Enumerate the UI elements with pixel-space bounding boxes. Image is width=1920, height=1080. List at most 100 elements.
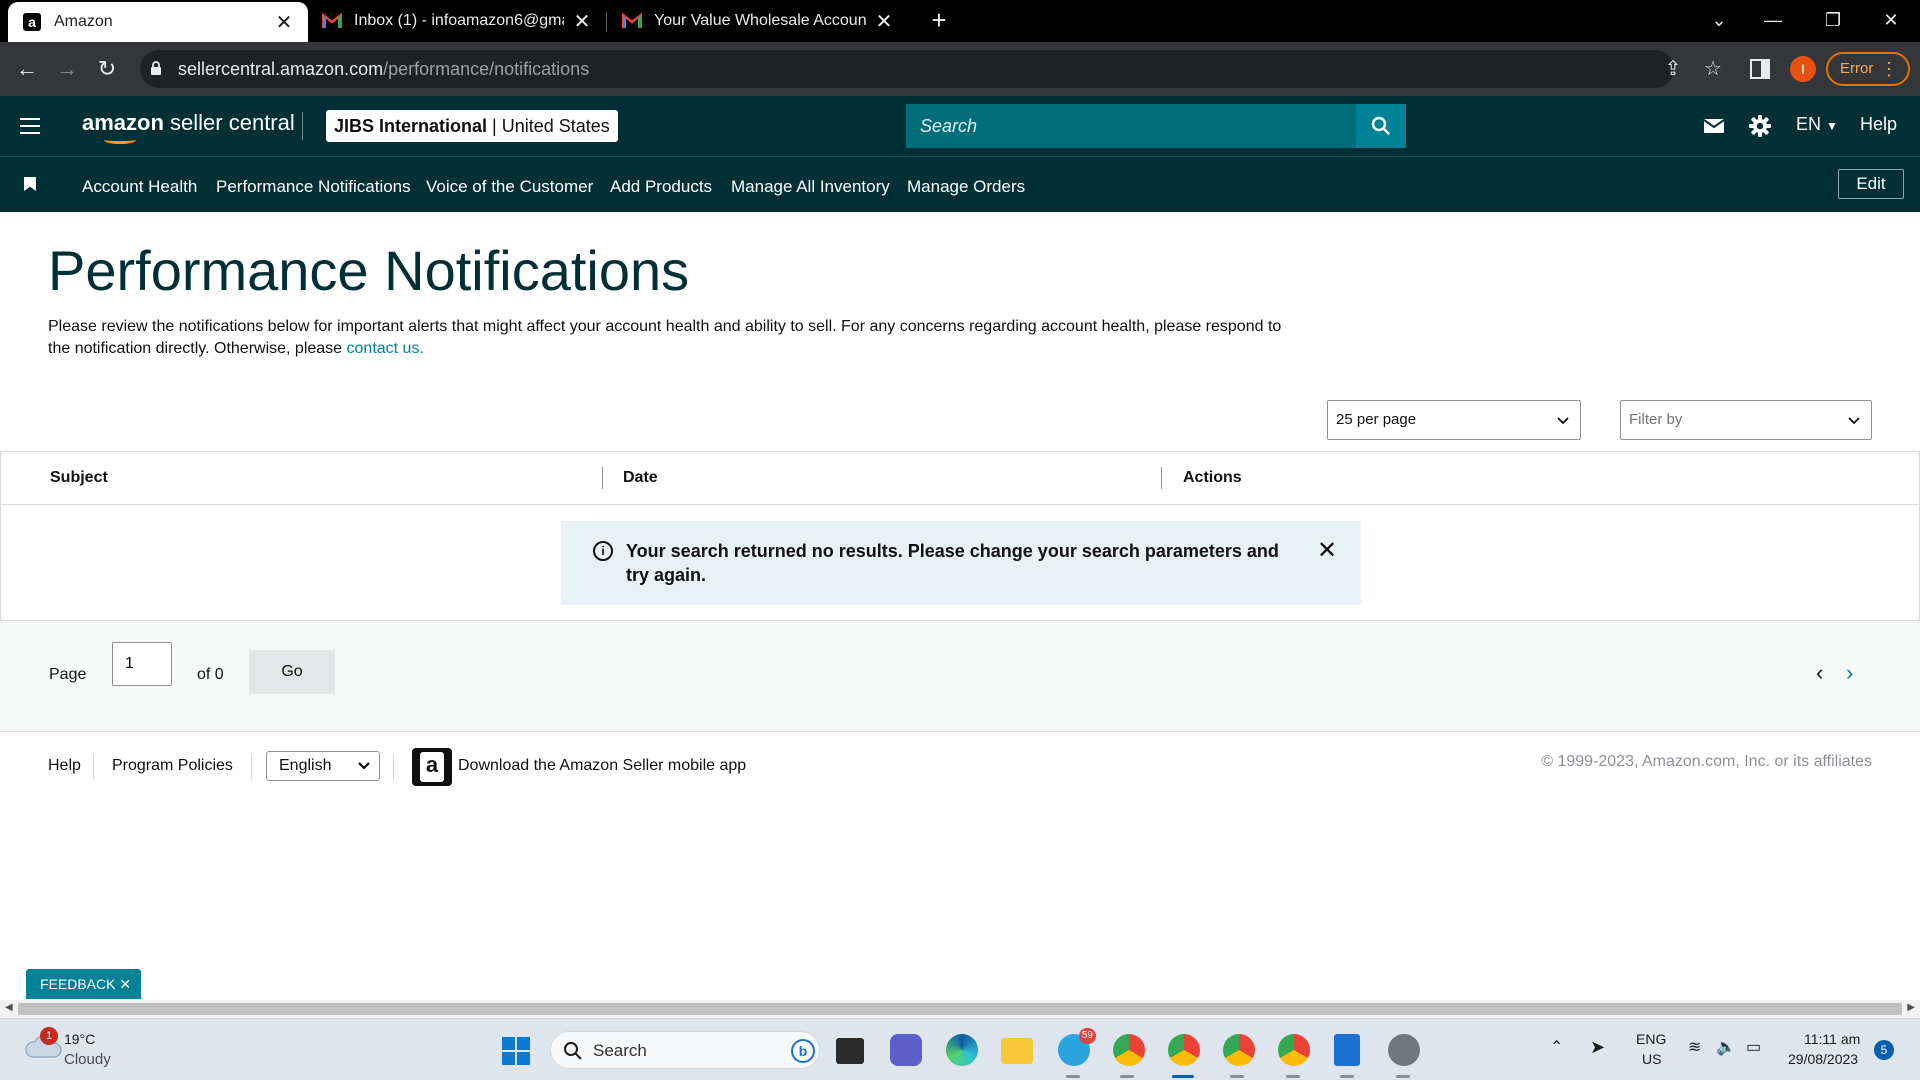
chrome-profile-icon[interactable] (1113, 1034, 1145, 1066)
browser-tab-amazon[interactable]: a Amazon ✕ (8, 2, 308, 42)
header-search (906, 104, 1406, 148)
chrome-profile-icon[interactable] (1278, 1034, 1310, 1066)
settings-gear-icon[interactable] (1748, 114, 1772, 138)
notifications-badge[interactable]: 5 (1874, 1040, 1894, 1060)
close-tab-icon[interactable]: ✕ (874, 9, 894, 34)
input-language-bottom[interactable]: US (1642, 1051, 1661, 1067)
amazon-seller-app-icon[interactable] (412, 748, 452, 786)
footer-language-select[interactable]: English (266, 751, 380, 781)
close-alert-icon[interactable]: ✕ (1317, 539, 1337, 563)
address-bar[interactable]: sellercentral.amazon.com/performance/not… (140, 50, 1722, 88)
scroll-left-arrow-icon[interactable]: ◀ (5, 1002, 13, 1013)
chevron-down-icon (1556, 401, 1570, 454)
language-selector[interactable]: EN ▼ (1796, 114, 1838, 135)
footer-help-link[interactable]: Help (48, 757, 81, 775)
task-view-icon[interactable] (836, 1038, 864, 1064)
edge-browser-icon[interactable] (946, 1034, 978, 1066)
scroll-right-arrow-icon[interactable]: ▶ (1907, 1002, 1915, 1013)
minimize-icon[interactable]: — (1750, 0, 1796, 42)
download-app-link[interactable]: Download the Amazon Seller mobile app (458, 757, 746, 775)
hamburger-menu-icon[interactable] (20, 118, 40, 134)
chrome-profile-icon[interactable] (1223, 1034, 1255, 1066)
browser-tab-gmail-inbox[interactable]: Inbox (1) - infoamazon6@gmail.c ✕ (308, 0, 606, 42)
footer-program-policies-link[interactable]: Program Policies (112, 757, 233, 775)
file-explorer-icon[interactable] (1001, 1038, 1033, 1064)
windows-taskbar: 1 19°C Cloudy Search b 59 ⌃ ➤ ENG US ≋ 🔈… (0, 1018, 1920, 1080)
telegram-icon[interactable]: 59 (1058, 1028, 1096, 1066)
notepad-icon[interactable] (1334, 1034, 1360, 1066)
search-input[interactable] (906, 104, 1356, 148)
telegram-unread-badge: 59 (1078, 1028, 1096, 1044)
battery-icon[interactable]: ▭ (1746, 1037, 1761, 1057)
close-tab-icon[interactable]: ✕ (572, 9, 592, 34)
brand-amazon: amazon (82, 110, 164, 135)
nav-add-products[interactable]: Add Products (610, 177, 712, 197)
nav-performance-notifications[interactable]: Performance Notifications (216, 177, 411, 197)
app-running-indicator (1286, 1075, 1300, 1078)
close-tab-icon[interactable]: ✕ (274, 10, 294, 35)
app-running-indicator (1396, 1075, 1410, 1078)
scrollbar-thumb[interactable] (18, 1003, 1902, 1015)
windows-start-icon[interactable] (502, 1037, 530, 1065)
browser-error-button[interactable]: Error ⋮ (1826, 52, 1910, 86)
bookmark-icon[interactable] (24, 177, 36, 191)
chrome-active-icon[interactable] (1168, 1034, 1200, 1066)
search-button[interactable] (1356, 104, 1406, 148)
go-button[interactable]: Go (249, 650, 335, 694)
settings-gear-icon[interactable] (1388, 1034, 1420, 1066)
back-arrow-icon[interactable]: ← (12, 54, 42, 84)
footer-divider (393, 754, 394, 780)
app-active-indicator (1172, 1075, 1194, 1078)
show-hidden-icons-chevron-icon[interactable]: ⌃ (1550, 1037, 1563, 1057)
weather-temperature: 19°C (64, 1031, 96, 1047)
bookmark-star-icon[interactable]: ☆ (1702, 58, 1724, 80)
location-arrow-icon[interactable]: ➤ (1590, 1037, 1605, 1058)
restore-icon[interactable]: ❐ (1810, 0, 1856, 42)
forward-arrow-icon[interactable]: → (52, 54, 82, 84)
contact-us-link[interactable]: contact us. (347, 340, 424, 357)
nav-voice-of-the-customer[interactable]: Voice of the Customer (426, 177, 593, 197)
more-menu-icon[interactable]: ⋮ (1880, 54, 1898, 84)
tab-search-chevron-icon[interactable]: ⌄ (1696, 0, 1742, 42)
footer-divider (93, 754, 94, 780)
gmail-icon (322, 11, 342, 31)
share-icon[interactable]: ⇪ (1662, 58, 1684, 80)
nav-manage-all-inventory[interactable]: Manage All Inventory (731, 177, 890, 197)
next-page-chevron-icon[interactable]: › (1846, 662, 1853, 684)
browser-tab-gmail-wholesale[interactable]: Your Value Wholesale Account is ✕ (608, 0, 908, 42)
clock-time[interactable]: 11:11 am (1804, 1031, 1860, 1047)
account-name: JIBS International (334, 116, 488, 136)
new-tab-button[interactable]: + (924, 6, 954, 36)
per-page-select[interactable]: 25 per page (1327, 400, 1581, 440)
profile-avatar[interactable]: I (1790, 56, 1816, 82)
horizontal-scrollbar[interactable]: ◀ ▶ (0, 1000, 1920, 1018)
column-subject[interactable]: Subject (50, 469, 108, 487)
feedback-label: FEEDBACK (40, 976, 116, 992)
teams-chat-icon[interactable] (890, 1034, 922, 1066)
nav-account-health[interactable]: Account Health (82, 177, 197, 197)
reload-icon[interactable]: ↻ (92, 54, 122, 84)
wifi-icon[interactable]: ≋ (1688, 1037, 1701, 1057)
account-switcher[interactable]: JIBS International | United States (326, 110, 618, 142)
page-number-input[interactable] (112, 642, 172, 686)
side-panel-icon[interactable] (1750, 59, 1770, 79)
close-feedback-icon[interactable]: ✕ (119, 976, 131, 992)
volume-icon[interactable]: 🔈 (1716, 1037, 1736, 1057)
messages-mail-icon[interactable] (1702, 114, 1726, 138)
search-icon (1371, 116, 1390, 135)
input-language-top[interactable]: ENG (1636, 1031, 1666, 1047)
tab-separator (606, 12, 607, 32)
filter-by-select[interactable]: Filter by (1620, 400, 1872, 440)
feedback-button[interactable]: FEEDBACK ✕ (26, 969, 142, 999)
taskbar-search[interactable]: Search b (550, 1031, 820, 1069)
amazon-seller-central-logo[interactable]: amazon seller central (82, 110, 295, 144)
edit-bookmarks-button[interactable]: Edit (1838, 169, 1904, 199)
previous-page-chevron-icon[interactable]: ‹ (1816, 662, 1823, 684)
lock-icon[interactable] (150, 61, 162, 81)
clock-date[interactable]: 29/08/2023 (1788, 1051, 1858, 1067)
close-window-icon[interactable]: ✕ (1868, 0, 1914, 42)
nav-manage-orders[interactable]: Manage Orders (907, 177, 1025, 197)
app-running-indicator (1120, 1075, 1134, 1078)
column-date[interactable]: Date (623, 469, 658, 487)
help-link[interactable]: Help (1860, 114, 1897, 135)
